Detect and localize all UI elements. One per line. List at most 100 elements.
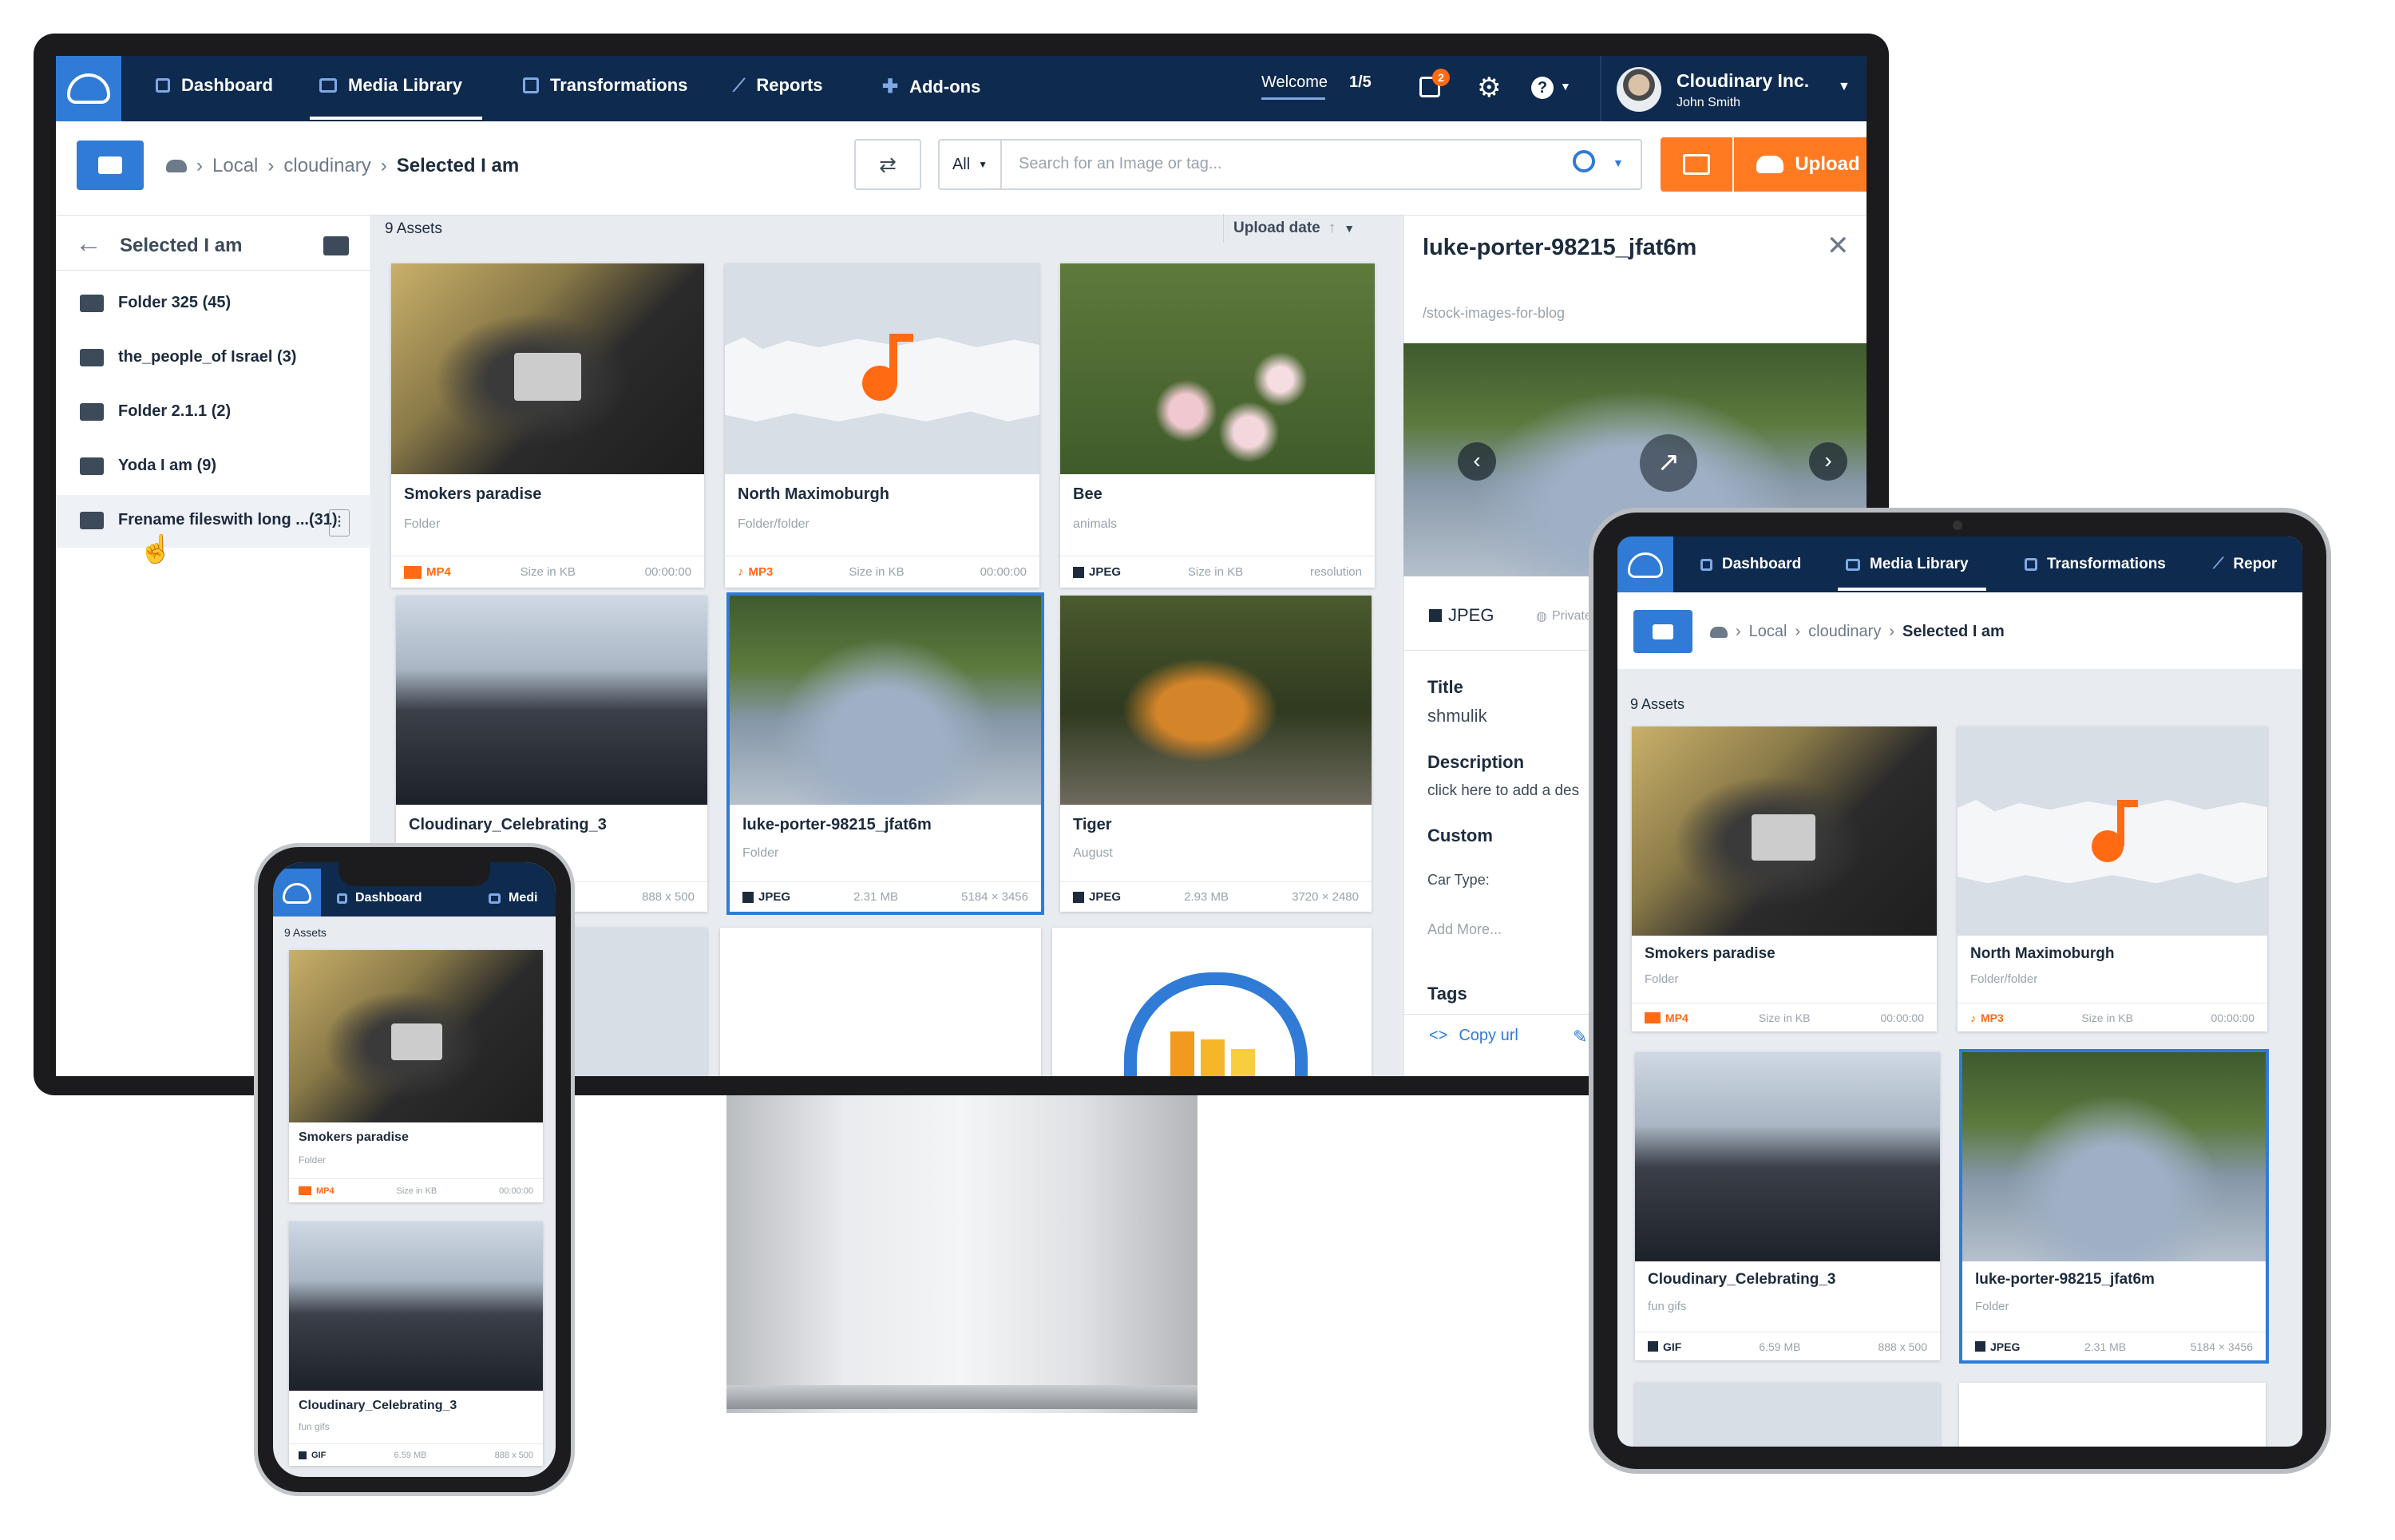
- chevron-down-icon: ▼: [1344, 222, 1356, 235]
- title-label: Title: [1427, 677, 1463, 697]
- nav-dashboard[interactable]: Dashboard: [156, 75, 273, 96]
- asset-card[interactable]: [1052, 928, 1372, 1076]
- upload-button[interactable]: Upload: [1734, 137, 1867, 192]
- add-media-button[interactable]: [1661, 137, 1732, 192]
- asset-card[interactable]: [1635, 1383, 1940, 1447]
- copy-url-button[interactable]: <> Copy url: [1429, 1027, 1518, 1045]
- open-external-icon[interactable]: ↗: [1640, 434, 1697, 492]
- avatar[interactable]: [1617, 67, 1661, 112]
- account-name[interactable]: Cloudinary Inc.: [1676, 70, 1809, 92]
- back-arrow-icon[interactable]: ←: [75, 228, 102, 259]
- add-screen-icon: [1683, 154, 1710, 175]
- breadcrumb-current: Selected I am: [396, 155, 520, 176]
- asset-folder: Folder: [742, 846, 779, 860]
- sort-select[interactable]: Upload date ↑ ▼: [1223, 214, 1383, 243]
- search-filter-select[interactable]: All ▼: [940, 141, 1002, 188]
- image-icon: [299, 1451, 307, 1459]
- asset-card[interactable]: Smokers paradise Folder MP4 Size in KB 00:…: [391, 263, 704, 588]
- cloudinary-logo[interactable]: [273, 869, 321, 916]
- folder-icon: [1653, 624, 1673, 639]
- asset-title: Cloudinary_Celebrating_3: [1648, 1271, 1836, 1288]
- folder-more-options-button[interactable]: ⋮: [329, 509, 350, 536]
- cloudinary-logo[interactable]: [1617, 536, 1673, 592]
- sidebar-folder-item[interactable]: Frename fileswith long ...(31): [80, 511, 338, 529]
- asset-card-selected[interactable]: luke-porter-98215_jfat6m Folder JPEG 2.31…: [726, 592, 1044, 915]
- search-chevron-down-icon[interactable]: ▼: [1613, 156, 1624, 169]
- asset-card[interactable]: [720, 928, 1041, 1076]
- search-icon[interactable]: [1573, 150, 1595, 172]
- chart-icon: ⟋: [2213, 556, 2224, 572]
- nav-media-library[interactable]: Media Library: [319, 75, 462, 96]
- sidebar-folder-item[interactable]: Folder 2.1.1 (2): [80, 402, 231, 421]
- nav-dashboard[interactable]: Dashboard: [337, 891, 422, 905]
- image-icon: [1846, 558, 1860, 571]
- nav-dashboard[interactable]: Dashboard: [1700, 556, 1801, 573]
- custom-label: Custom: [1427, 825, 1493, 845]
- asset-card[interactable]: North Maximoburgh Folder/folder ♪ MP3 Size…: [1958, 726, 2267, 1031]
- description-value[interactable]: click here to add a des: [1427, 782, 1579, 800]
- cloud-logo-icon: [1628, 552, 1663, 578]
- nav-reports[interactable]: ⟋ Reports: [733, 75, 823, 96]
- chevron-down-icon: ▼: [978, 159, 988, 170]
- breadcrumb-cloudinary[interactable]: cloudinary: [283, 155, 370, 177]
- help-chevron-down-icon[interactable]: ▼: [1560, 80, 1571, 93]
- sidebar-folder-item[interactable]: the_people_of Israel (3): [80, 348, 296, 366]
- asset-card[interactable]: North Maximoburgh Folder/folder ♪ MP3 Size…: [725, 263, 1039, 588]
- nav-media-library[interactable]: Media Library: [1846, 556, 1969, 573]
- monitor-stand: [726, 1094, 1198, 1413]
- asset-card[interactable]: Cloudinary_Celebrating_3 fun gifs GIF6.5…: [1635, 1052, 1940, 1360]
- settings-gear-icon[interactable]: ⚙: [1477, 72, 1501, 104]
- filter-toggle-button[interactable]: ⇄: [854, 139, 921, 190]
- asset-card[interactable]: Bee animals JPEG Size in KB resolution: [1060, 263, 1375, 588]
- nav-addons[interactable]: ✚ Add-ons: [882, 75, 980, 98]
- details-path: /stock-images-for-blog: [1423, 305, 1566, 321]
- asset-card[interactable]: [1959, 1383, 2266, 1447]
- phone-notch: [338, 862, 490, 886]
- asset-card[interactable]: Smokers paradise Folder MP4 Size in KB 00:…: [1632, 726, 1937, 1031]
- prev-arrow-icon[interactable]: ‹: [1458, 442, 1496, 481]
- account-chevron-down-icon[interactable]: ▼: [1838, 80, 1851, 94]
- asset-card-selected[interactable]: luke-porter-98215_jfat6m Folder JPEG 2.31…: [1959, 1049, 2269, 1364]
- asset-folder: Folder: [1975, 1300, 2009, 1313]
- sidebar-title: Selected I am: [120, 235, 243, 256]
- asset-footer: JPEG 2.31 MB 5184 × 3456: [730, 881, 1041, 912]
- next-arrow-icon[interactable]: ›: [1809, 442, 1847, 481]
- welcome-text[interactable]: Welcome: [1261, 73, 1328, 92]
- title-value[interactable]: shmulik: [1427, 706, 1487, 726]
- image-icon: [742, 891, 754, 903]
- breadcrumb-local[interactable]: Local: [212, 155, 258, 177]
- cloud-icon: [166, 160, 187, 172]
- nav-transformations[interactable]: Transformations: [2025, 556, 2166, 573]
- asset-footer: MP4 Size in KB 00:00:00: [1632, 1003, 1937, 1031]
- folder-view-button[interactable]: [77, 141, 144, 190]
- nav-reports[interactable]: ⟋ Repor: [2213, 556, 2277, 573]
- nav-media-library[interactable]: Medi: [489, 891, 537, 905]
- sidebar-folder-item[interactable]: Folder 325 (45): [80, 294, 231, 312]
- nav-transformations[interactable]: Transformations: [523, 75, 687, 96]
- sidebar-folder-item[interactable]: Yoda I am (9): [80, 457, 216, 475]
- asset-card[interactable]: Cloudinary_Celebrating_3 fun gifs GIF6.5…: [289, 1221, 543, 1466]
- folder-icon: [80, 294, 104, 312]
- asset-footer: GIF6.59 MB888 x 500: [289, 1443, 543, 1466]
- close-icon[interactable]: ✕: [1827, 230, 1850, 262]
- tags-label: Tags: [1427, 984, 1467, 1004]
- breadcrumb-cloudinary[interactable]: cloudinary: [1808, 623, 1881, 641]
- asset-title: Cloudinary_Celebrating_3: [299, 1399, 457, 1412]
- asset-folder: fun gifs: [1648, 1300, 1687, 1313]
- asset-card[interactable]: Smokers paradise Folder MP4 Size in KB 00:…: [289, 950, 543, 1202]
- new-folder-icon[interactable]: [323, 236, 349, 255]
- cloudinary-logo[interactable]: [56, 56, 121, 121]
- asset-card[interactable]: Tiger August JPEG 2.93 MB 3720 × 2480: [1060, 596, 1372, 912]
- help-icon[interactable]: ?: [1531, 77, 1554, 99]
- search-input[interactable]: Search for an Image or tag...: [1019, 155, 1222, 173]
- add-more-link[interactable]: Add More...: [1427, 921, 1502, 938]
- car-type-label: Car Type:: [1427, 872, 1490, 888]
- transformations-icon: [523, 77, 539, 93]
- asset-title: luke-porter-98215_jfat6m: [1975, 1271, 2155, 1288]
- wrench-icon[interactable]: ✎: [1573, 1027, 1587, 1047]
- folder-view-button[interactable]: [1633, 610, 1692, 653]
- transformations-icon: [2025, 558, 2037, 571]
- breadcrumb-local[interactable]: Local: [1749, 623, 1787, 641]
- details-privacy: ◍ Private: [1536, 609, 1592, 624]
- top-navbar: Dashboard Media Library Transformations …: [56, 56, 1867, 121]
